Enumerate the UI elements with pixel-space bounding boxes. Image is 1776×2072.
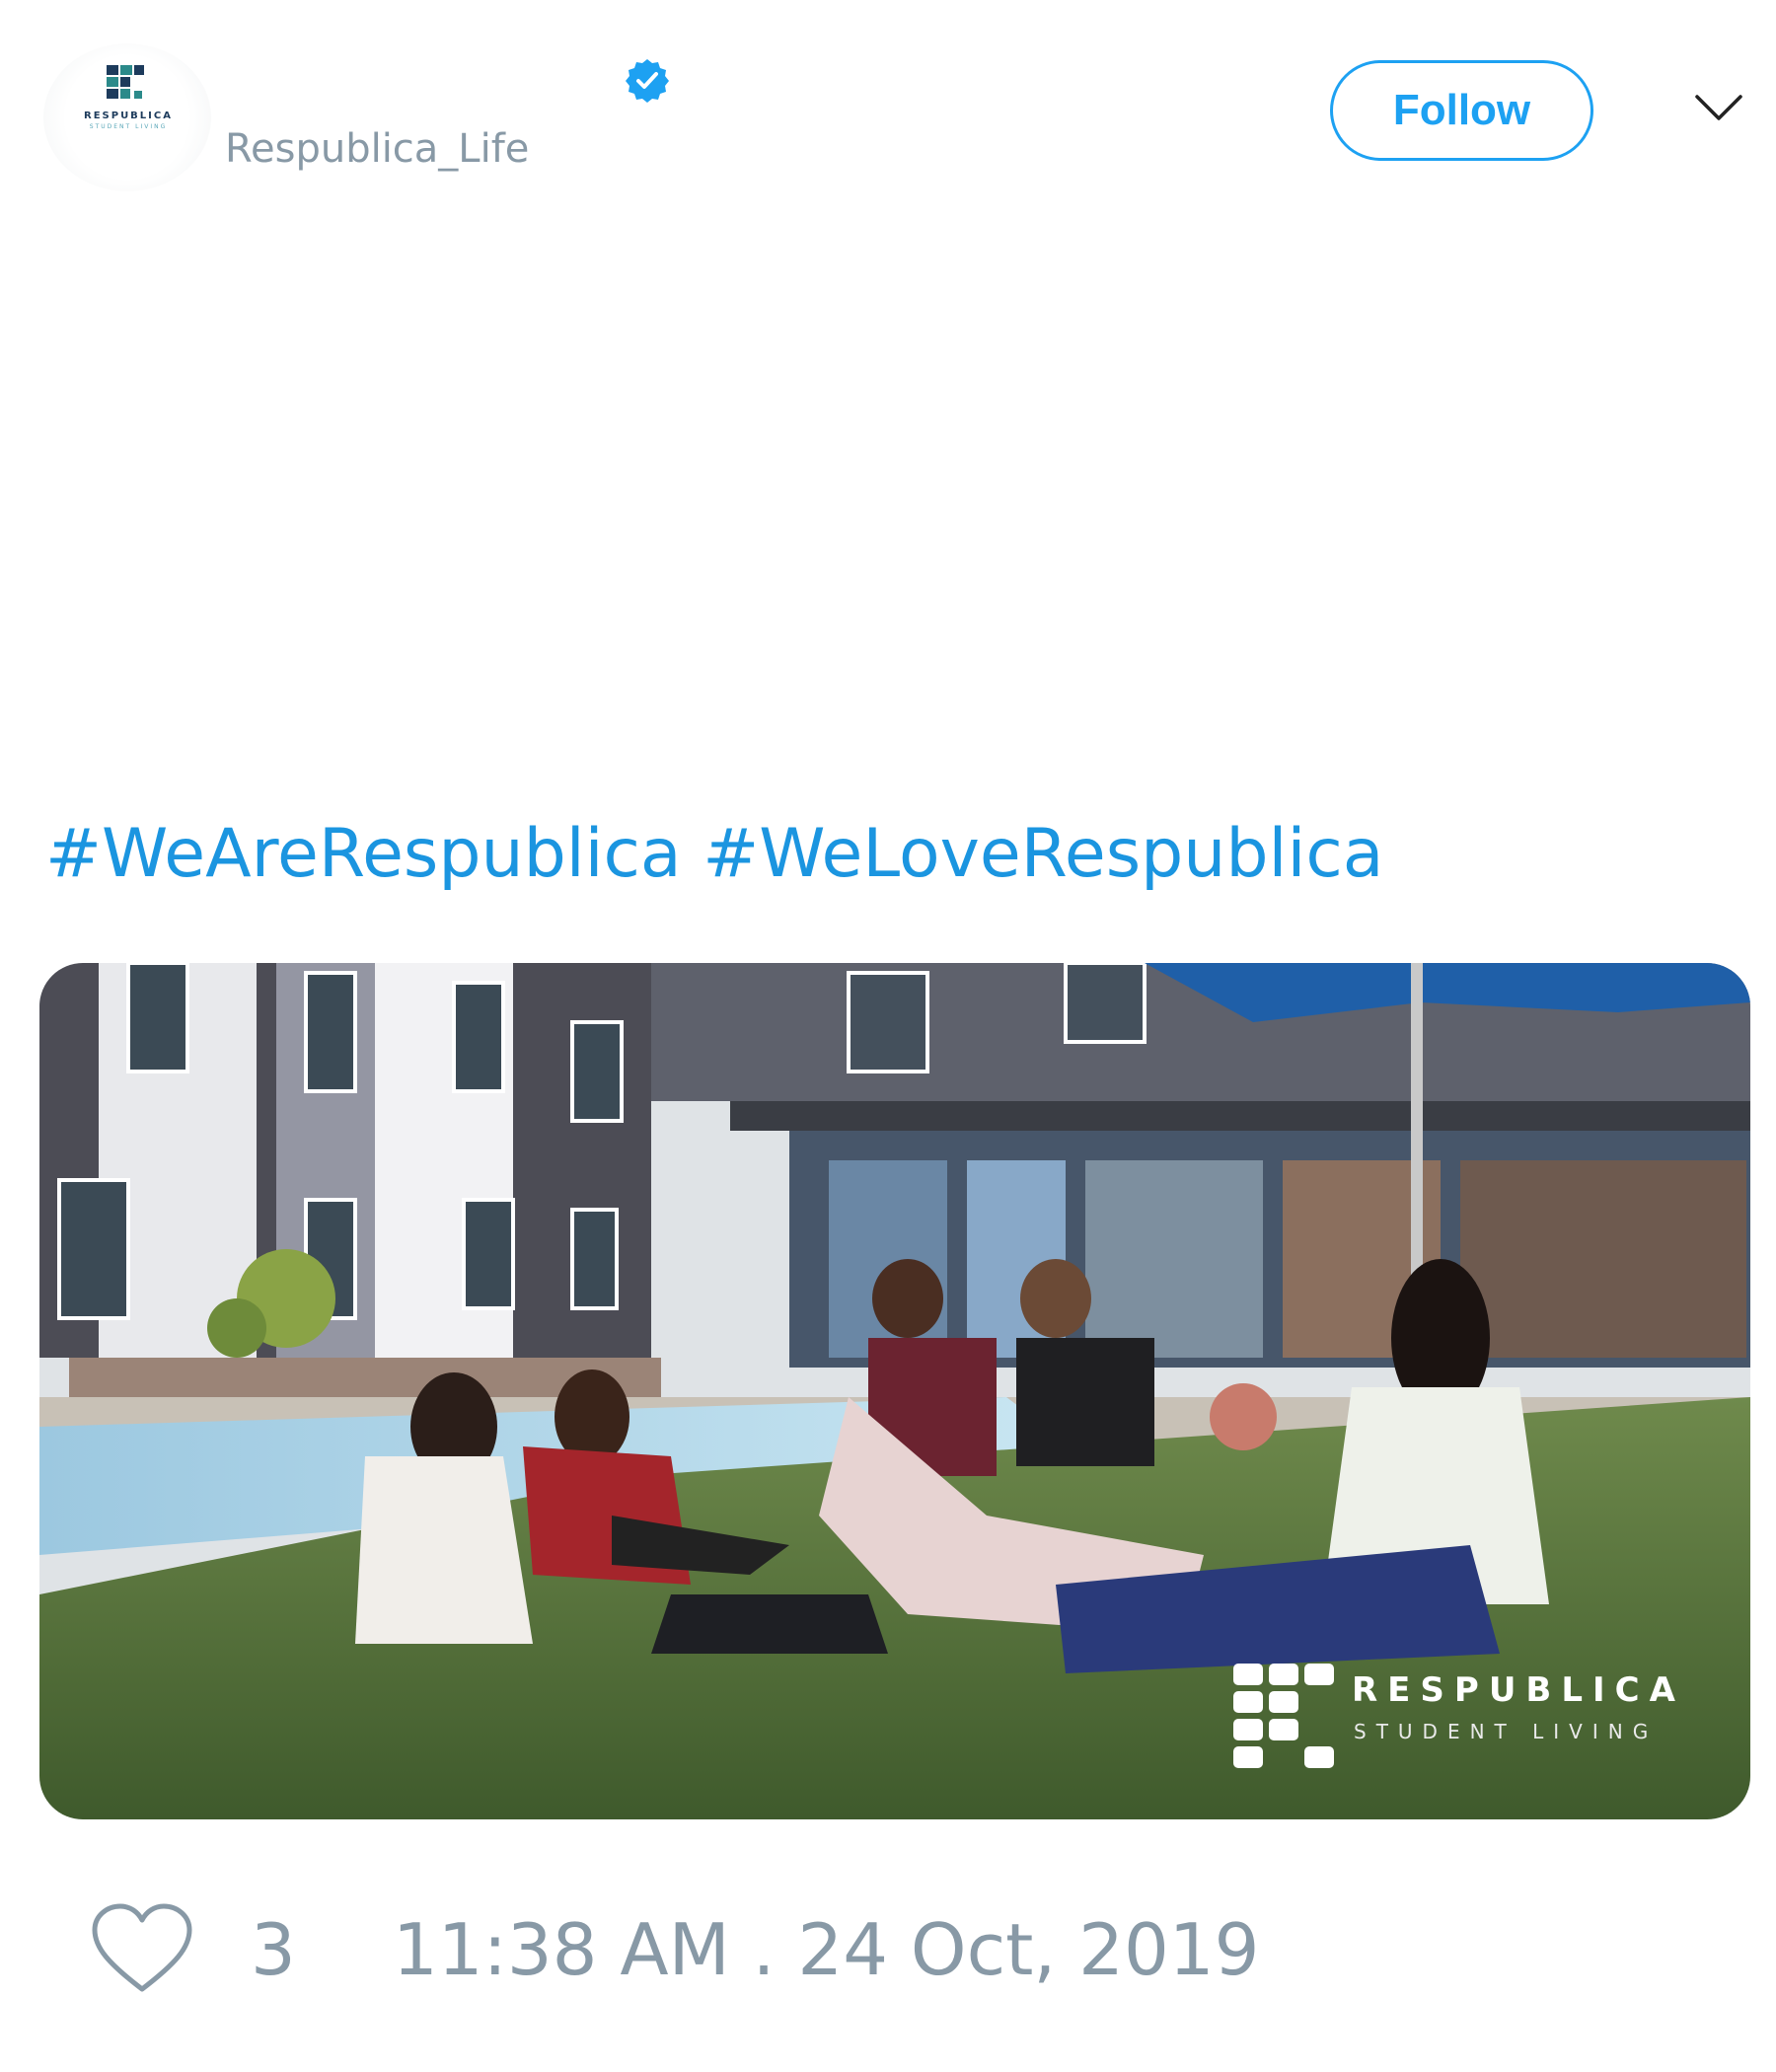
author-handle[interactable]: Respublica_Life [225,126,529,172]
verified-badge-icon [626,59,669,103]
hashtag-link[interactable]: #WeAreRespublica [45,815,682,893]
chevron-down-icon[interactable] [1693,91,1744,124]
hashtag-link[interactable]: #WeLoveRespublica [703,815,1383,893]
respublica-logo-icon: RESPUBLICA STUDENT LIVING [84,65,173,130]
follow-button[interactable]: Follow [1330,60,1593,161]
avatar-logo-subtext: STUDENT LIVING [90,123,167,130]
like-count: 3 [251,1908,296,1991]
watermark-subtitle: STUDENT LIVING [1354,1720,1658,1743]
heart-icon[interactable] [89,1902,195,1997]
tweet-text: #WeAreRespublica #WeLoveRespublica [45,815,1383,893]
watermark-title: RESPUBLICA [1352,1670,1685,1710]
tweet-photo[interactable]: RESPUBLICA STUDENT LIVING [39,963,1750,1819]
photo-scene: RESPUBLICA STUDENT LIVING [39,963,1750,1819]
avatar-logo-text: RESPUBLICA [84,111,173,121]
tweet-timestamp[interactable]: 11:38 AM . 24 Oct, 2019 [393,1908,1259,1991]
